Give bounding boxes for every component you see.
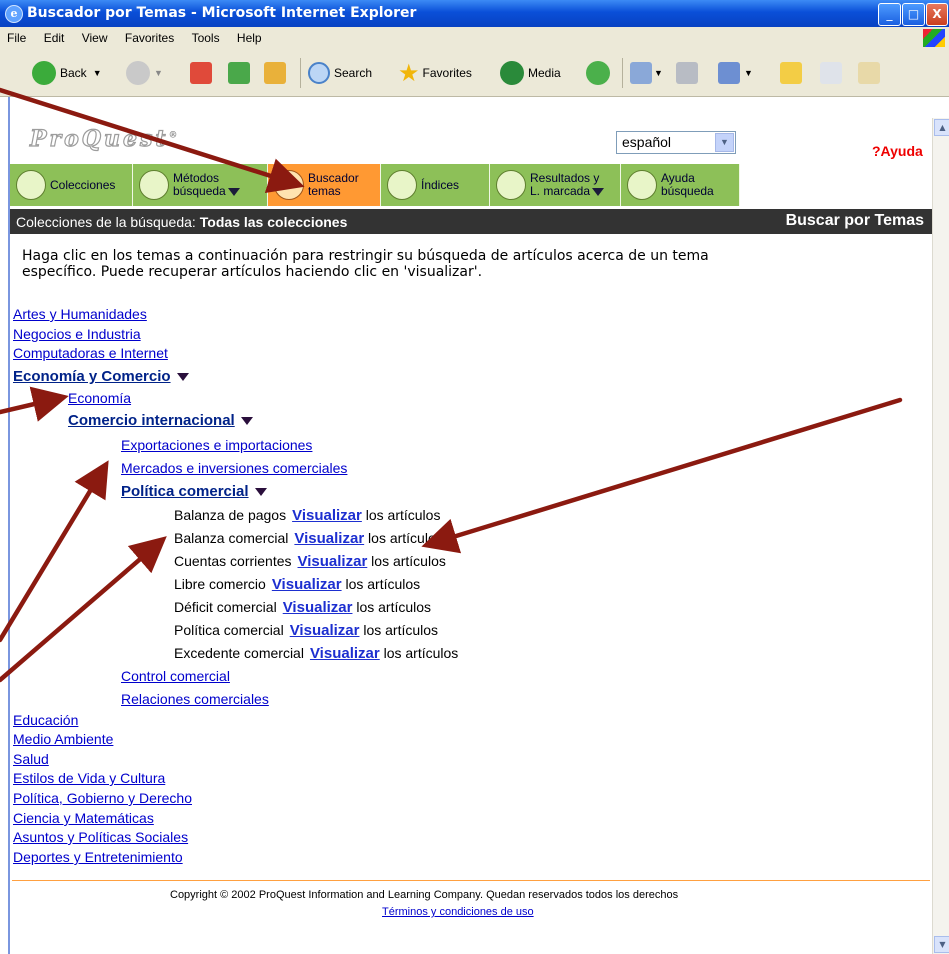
annotation-arrow [0, 536, 167, 683]
annotation-arrow [0, 460, 109, 643]
annotation-arrows [0, 87, 903, 683]
annotation-arrow [0, 87, 305, 193]
annotation-arrow [421, 397, 903, 554]
annotation-arrow [0, 386, 69, 422]
